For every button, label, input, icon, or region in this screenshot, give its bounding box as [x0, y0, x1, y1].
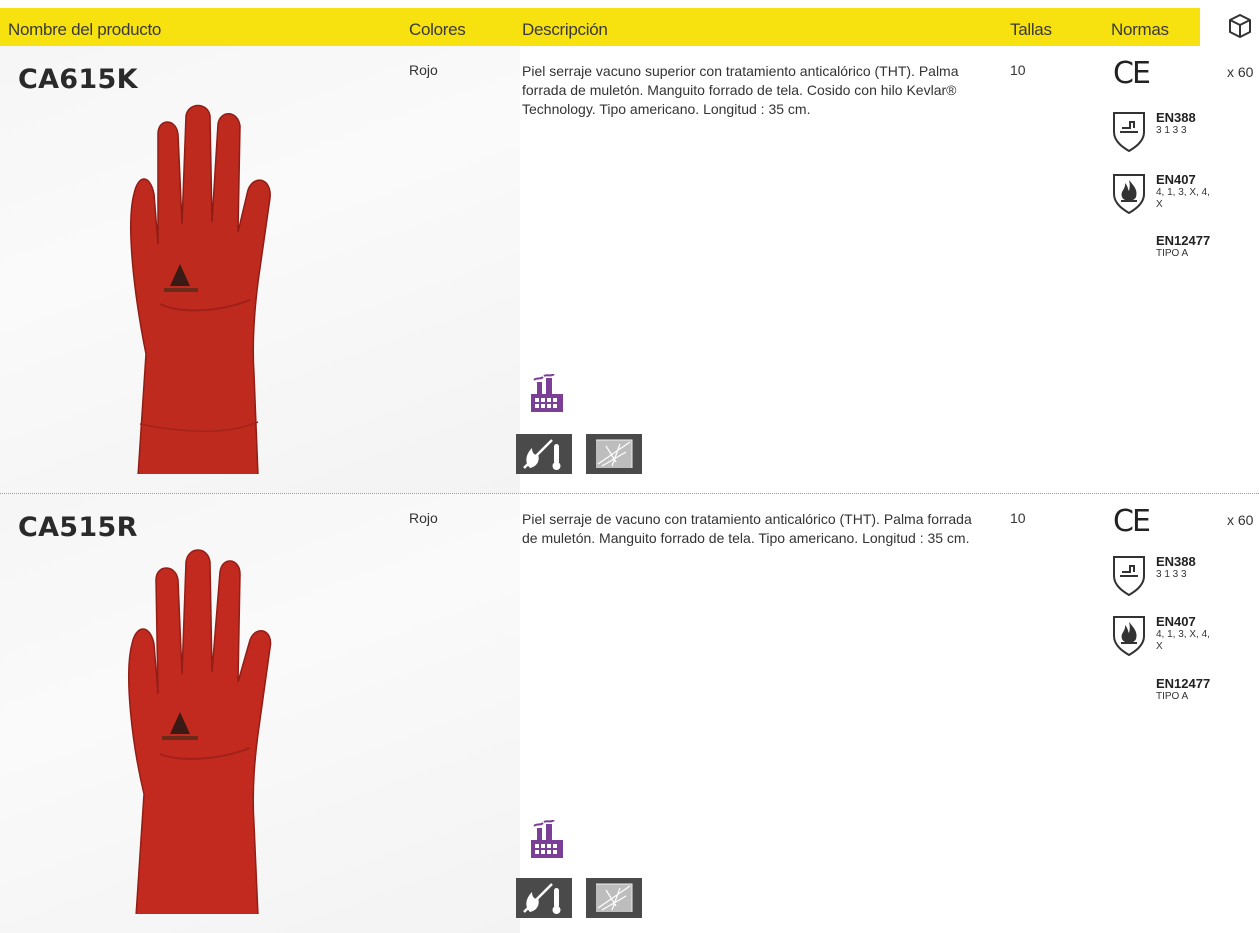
header-description: Descripción [522, 20, 608, 39]
product-description: Piel serraje vacuno superior con tratami… [522, 63, 959, 117]
heat-flame-shield-icon [1113, 174, 1145, 214]
product-size: 10 [1010, 510, 1026, 526]
industry-factory-icon [531, 820, 563, 858]
product-quantity: x 60 [1227, 64, 1254, 80]
norm-levels: 3 1 3 3 [1156, 125, 1187, 136]
norm-code: EN388 [1156, 110, 1196, 125]
product-size: 10 [1010, 62, 1026, 78]
table-header: Nombre del producto Colores Descripción … [0, 8, 1200, 46]
norm-code: EN407 [1156, 614, 1196, 629]
mechanical-risk-shield-icon [1113, 112, 1145, 152]
product-row: CA515R Rojo Piel serraje de vacuno con t… [0, 494, 1259, 933]
norm-code: EN407 [1156, 172, 1196, 187]
product-color: Rojo [409, 62, 438, 78]
product-name: CA515R [18, 512, 138, 543]
norm-code: EN12477 [1156, 676, 1211, 691]
box-icon [1229, 14, 1251, 38]
heat-flame-shield-icon [1113, 616, 1145, 656]
product-quantity: x 60 [1227, 512, 1254, 528]
header-product-name: Nombre del producto [8, 20, 162, 39]
glove-photo [128, 549, 272, 914]
header-norms: Normas [1111, 20, 1169, 39]
header-colors: Colores [409, 20, 466, 39]
norm-levels: TIPO A [1156, 248, 1189, 259]
product-row: CA615K Rojo Piel serraje vacuno superior… [0, 46, 1259, 493]
norm-en12477: EN12477 TIPO A [1156, 676, 1210, 702]
ce-mark: CE [1113, 56, 1151, 91]
product-color: Rojo [409, 510, 438, 526]
norm-en12477: EN12477 TIPO A [1156, 233, 1210, 259]
heat-thermometer-icon [516, 878, 572, 918]
industry-factory-icon [531, 374, 563, 412]
norm-levels: 3 1 3 3 [1156, 569, 1187, 580]
norm-levels: TIPO A [1156, 691, 1189, 702]
norm-levels: 4, 1, 3, X, 4, X [1156, 187, 1210, 210]
norm-levels: 4, 1, 3, X, 4, X [1156, 629, 1210, 652]
norm-code: EN12477 [1156, 233, 1211, 248]
product-name: CA615K [18, 64, 138, 95]
product-description: Piel serraje de vacuno con tratamiento a… [522, 511, 972, 546]
glove-photo [130, 104, 271, 474]
norm-code: EN388 [1156, 554, 1196, 569]
welding-sparks-icon [586, 434, 642, 474]
welding-sparks-icon [586, 878, 642, 918]
mechanical-risk-shield-icon [1113, 556, 1145, 596]
ce-mark: CE [1113, 504, 1151, 539]
heat-thermometer-icon [516, 434, 572, 474]
header-sizes: Tallas [1010, 20, 1052, 39]
